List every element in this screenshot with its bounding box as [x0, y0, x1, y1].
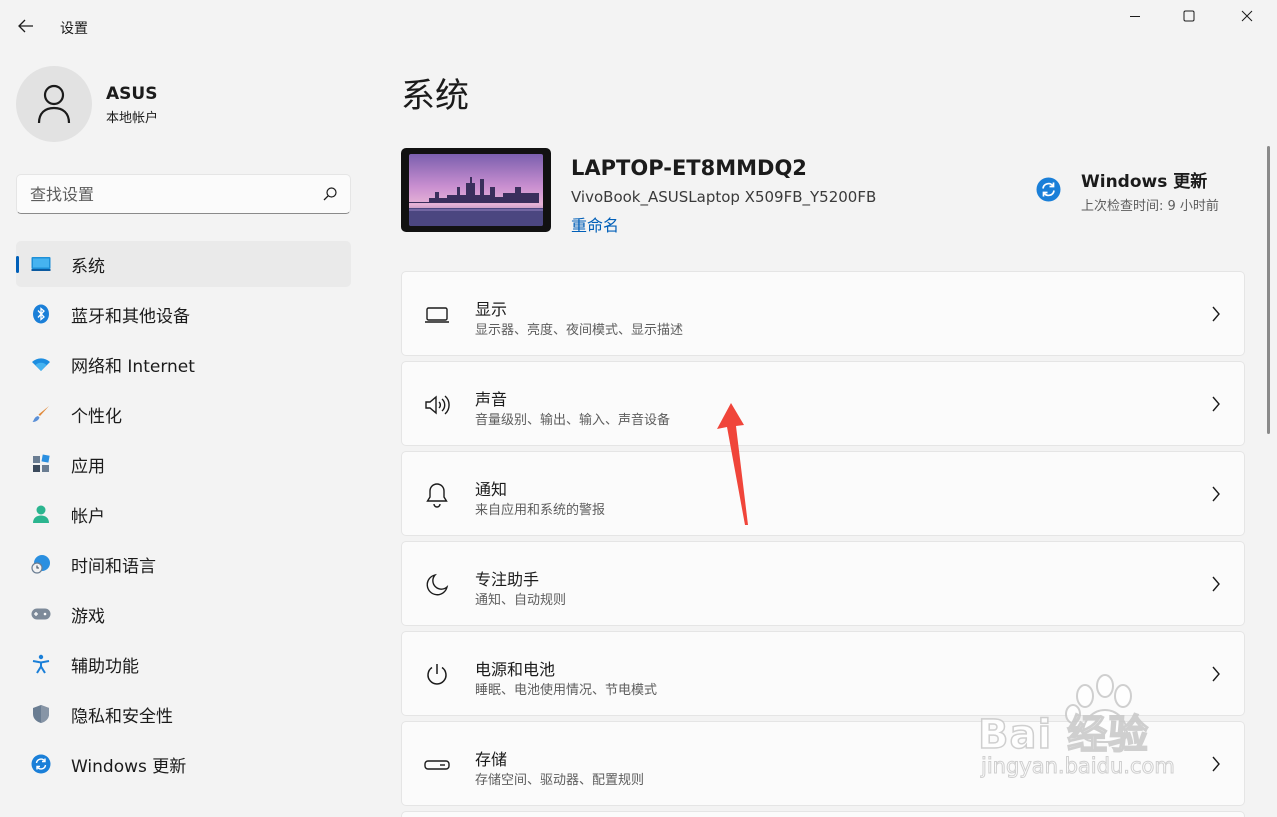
close-button[interactable]: [1220, 0, 1274, 32]
card-title: 专注助手: [475, 570, 540, 589]
sidebar-item-bluetooth[interactable]: 蓝牙和其他设备: [16, 291, 351, 337]
settings-card-focus-assist[interactable]: 专注助手 通知、自动规则: [401, 541, 1245, 626]
storage-icon: [424, 760, 450, 770]
sidebar-item-label: 帐户: [71, 506, 105, 527]
search-icon[interactable]: [322, 186, 338, 202]
card-title: 通知: [475, 480, 508, 499]
chevron-right-icon: [1212, 306, 1220, 322]
card-title: 声音: [475, 390, 508, 409]
sidebar-item-label: 游戏: [71, 606, 105, 627]
person-icon: [37, 84, 71, 124]
sidebar-item-label: Windows 更新: [71, 756, 187, 777]
globe-clock-icon: [31, 555, 50, 574]
sidebar-item-accessibility[interactable]: 辅助功能: [16, 641, 351, 687]
power-icon: [427, 664, 447, 685]
minimize-button[interactable]: [1108, 0, 1162, 32]
card-title: 显示: [475, 300, 508, 319]
accessibility-icon: [32, 654, 50, 674]
chevron-right-icon: [1212, 756, 1220, 772]
speaker-icon: [425, 395, 450, 415]
account-icon: [33, 505, 49, 523]
card-title: 电源和电池: [475, 660, 556, 679]
wifi-icon: [32, 358, 50, 371]
card-subtitle: 睡眠、电池使用情况、节电模式: [475, 683, 658, 698]
app-title: 设置: [60, 21, 88, 37]
minimize-icon: [1130, 16, 1140, 17]
search-box[interactable]: [16, 174, 351, 214]
maximize-icon: [1183, 10, 1195, 22]
sidebar-item-windows-update[interactable]: Windows 更新: [16, 741, 351, 787]
avatar[interactable]: [16, 66, 92, 142]
wallpaper-image: [409, 154, 543, 226]
sidebar-item-label: 蓝牙和其他设备: [71, 306, 190, 327]
bluetooth-icon: [33, 304, 49, 324]
search-input[interactable]: [17, 175, 317, 213]
settings-card-partial[interactable]: [401, 811, 1245, 817]
sidebar-item-label: 应用: [71, 456, 105, 477]
display-icon: [425, 307, 449, 323]
device-name: LAPTOP-ET8MMDQ2: [571, 156, 807, 180]
chevron-right-icon: [1212, 576, 1220, 592]
monitor-icon: [31, 257, 51, 271]
windows-update-icon[interactable]: [1036, 177, 1061, 202]
moon-icon: [426, 573, 449, 596]
sidebar-item-label: 时间和语言: [71, 556, 156, 577]
maximize-button[interactable]: [1162, 0, 1216, 32]
chevron-right-icon: [1212, 666, 1220, 682]
back-arrow-icon: [18, 19, 33, 33]
shield-icon: [33, 705, 49, 723]
bell-icon: [426, 483, 448, 508]
windows-update-title[interactable]: Windows 更新: [1081, 167, 1207, 192]
brush-icon: [32, 406, 49, 422]
sidebar-item-privacy[interactable]: 隐私和安全性: [16, 691, 351, 737]
sidebar-item-label: 个性化: [71, 406, 122, 427]
windows-update-last-check: 上次检查时间: 9 小时前: [1081, 199, 1219, 214]
card-subtitle: 来自应用和系统的警报: [475, 503, 606, 518]
sidebar-item-network[interactable]: 网络和 Internet: [16, 341, 351, 387]
card-title: 存储: [475, 750, 508, 769]
settings-card-storage[interactable]: 存储 存储空间、驱动器、配置规则: [401, 721, 1245, 806]
user-name: ASUS: [106, 84, 158, 104]
sidebar-item-label: 系统: [71, 256, 105, 277]
apps-icon: [33, 454, 50, 472]
chevron-right-icon: [1212, 396, 1220, 412]
page-title: 系统: [401, 76, 469, 116]
settings-card-notifications[interactable]: 通知 来自应用和系统的警报: [401, 451, 1245, 536]
rename-link[interactable]: 重命名: [571, 212, 619, 236]
gamepad-icon: [31, 608, 51, 620]
device-thumbnail: [401, 148, 551, 232]
sidebar-item-time-language[interactable]: 时间和语言: [16, 541, 351, 587]
device-model: VivoBook_ASUSLaptop X509FB_Y5200FB: [571, 188, 877, 206]
close-icon: [1241, 10, 1253, 22]
card-subtitle: 音量级别、输出、输入、声音设备: [475, 413, 671, 428]
card-subtitle: 存储空间、驱动器、配置规则: [475, 773, 645, 788]
sidebar-item-label: 隐私和安全性: [71, 706, 173, 727]
sidebar-item-apps[interactable]: 应用: [16, 441, 351, 487]
card-subtitle: 显示器、亮度、夜间模式、显示描述: [475, 323, 684, 338]
title-bar: 设置: [0, 0, 1277, 50]
settings-card-sound[interactable]: 声音 音量级别、输出、输入、声音设备: [401, 361, 1245, 446]
sidebar-item-label: 辅助功能: [71, 656, 139, 677]
sidebar-nav: 系统 蓝牙和其他设备 网络和 Internet 个性化 应用 帐户 时间和语言 …: [16, 241, 351, 791]
sidebar-item-gaming[interactable]: 游戏: [16, 591, 351, 637]
sidebar-item-personalization[interactable]: 个性化: [16, 391, 351, 437]
sidebar-item-accounts[interactable]: 帐户: [16, 491, 351, 537]
settings-card-display[interactable]: 显示 显示器、亮度、夜间模式、显示描述: [401, 271, 1245, 356]
settings-card-power-battery[interactable]: 电源和电池 睡眠、电池使用情况、节电模式: [401, 631, 1245, 716]
active-indicator: [16, 256, 19, 273]
update-icon: [31, 754, 51, 774]
scrollbar[interactable]: [1267, 146, 1270, 434]
chevron-right-icon: [1212, 486, 1220, 502]
back-button[interactable]: [12, 14, 40, 38]
card-subtitle: 通知、自动规则: [475, 593, 567, 608]
sidebar-item-label: 网络和 Internet: [71, 356, 195, 377]
account-type: 本地帐户: [106, 111, 159, 126]
settings-list: 显示 显示器、亮度、夜间模式、显示描述 声音 音量级别、输出、输入、声音设备 通…: [401, 271, 1245, 811]
sidebar-item-system[interactable]: 系统: [16, 241, 351, 287]
